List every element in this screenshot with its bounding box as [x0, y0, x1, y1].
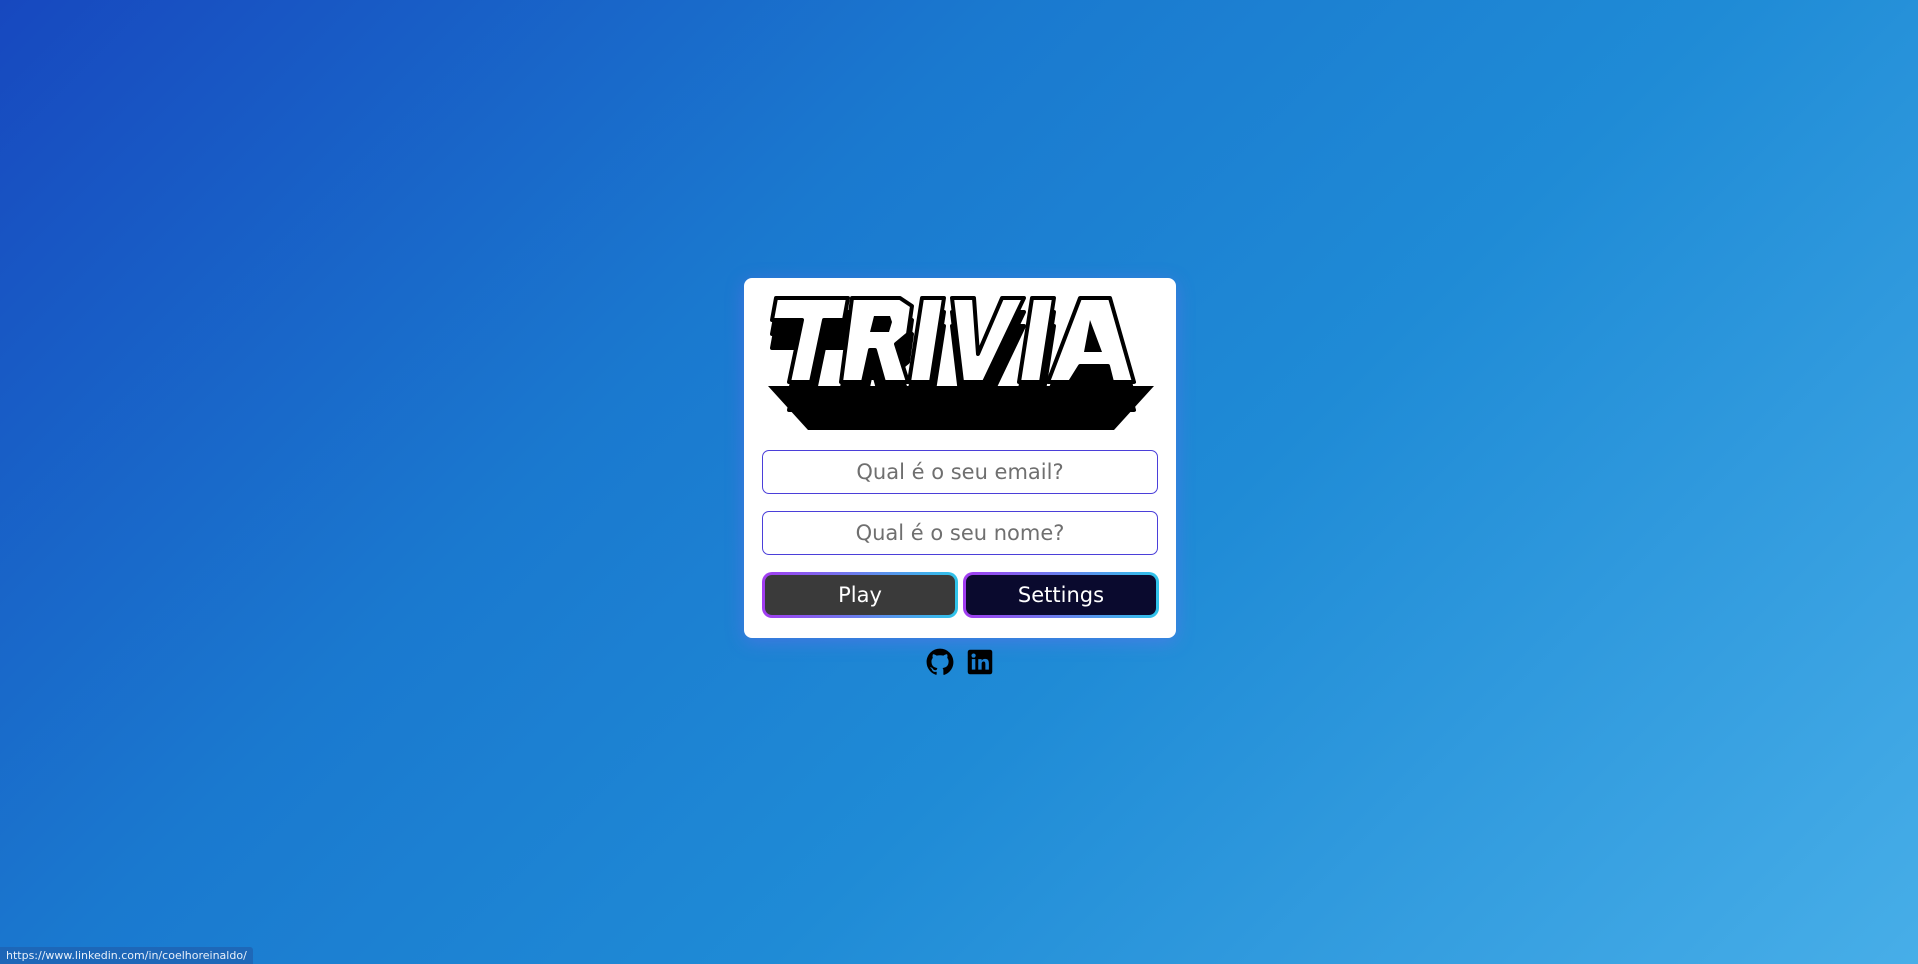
email-input[interactable] [762, 450, 1158, 494]
github-link[interactable] [926, 648, 954, 676]
status-bar-url: https://www.linkedin.com/in/coelhoreinal… [0, 947, 253, 964]
social-links [926, 648, 994, 676]
linkedin-icon [967, 649, 993, 675]
play-button[interactable]: Play [762, 572, 958, 618]
github-icon [926, 648, 954, 675]
trivia-logo [768, 296, 1154, 430]
linkedin-link[interactable] [966, 648, 994, 676]
settings-button[interactable]: Settings [963, 572, 1159, 618]
login-card: Play Settings [744, 278, 1176, 638]
name-input[interactable] [762, 511, 1158, 555]
